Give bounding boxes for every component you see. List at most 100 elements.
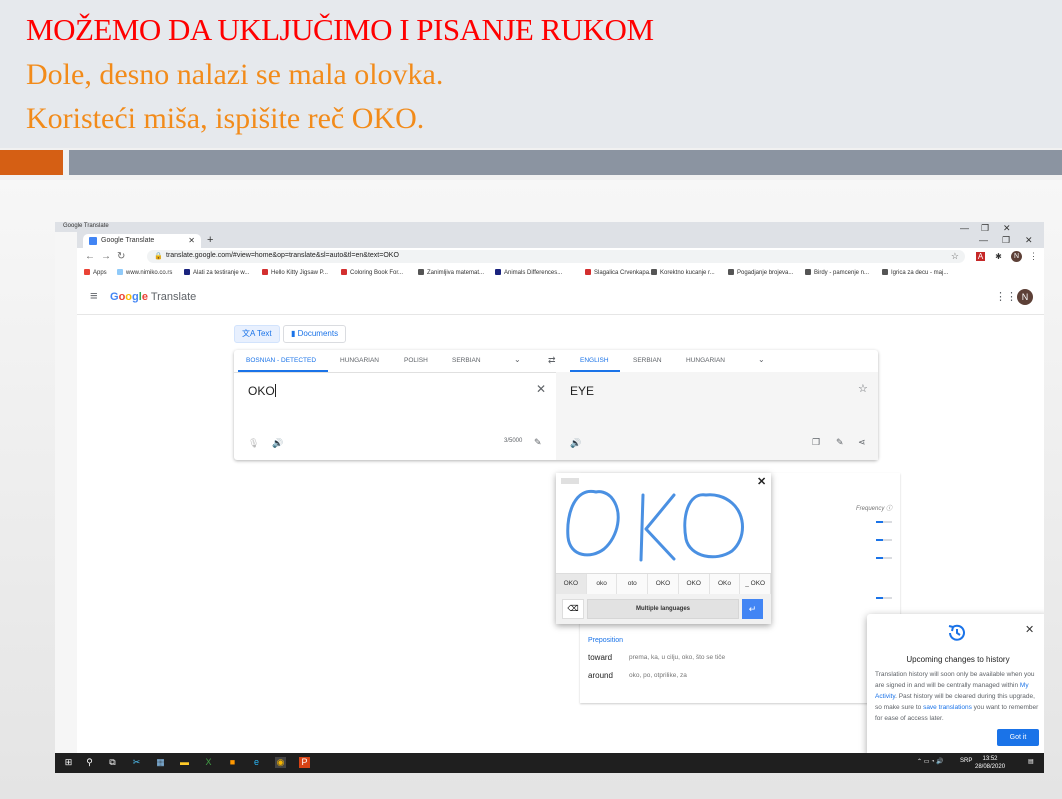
suggestion-item[interactable]: OKo: [710, 574, 741, 594]
taskbar-clock[interactable]: 13:52 28/08/2020: [975, 755, 1005, 771]
input-language[interactable]: SRP: [960, 758, 972, 764]
bookmark-item[interactable]: Birdy - pamcenje n...: [805, 269, 869, 276]
source-pane[interactable]: OKO ✕ 🎙 🔊 3/5000 ✎: [234, 372, 556, 460]
documents-mode-button[interactable]: ▮ Documents: [283, 325, 347, 343]
tray-icons[interactable]: ⌃ ▭ ◔ 🔊: [917, 758, 944, 765]
excel-icon[interactable]: X: [203, 757, 214, 768]
bookmark-item[interactable]: Animals Differences...: [495, 269, 562, 276]
google-translate-logo[interactable]: Google Translate: [110, 291, 196, 303]
reload-icon[interactable]: ↻: [117, 251, 125, 262]
chrome-icon[interactable]: ◉: [275, 757, 286, 768]
source-lang-dropdown-icon[interactable]: ⌄: [514, 355, 521, 364]
bookmark-item[interactable]: www.nimiko.co.rs: [117, 269, 172, 276]
google-wordmark: Google: [110, 291, 148, 303]
bookmark-item[interactable]: Korektno kucanje r...: [651, 269, 715, 276]
suggestion-item[interactable]: _ OKO: [740, 574, 772, 594]
handwriting-pencil-icon[interactable]: ✎: [534, 437, 542, 448]
target-lang-serbian[interactable]: SERBIAN: [633, 357, 662, 364]
target-lang-hungarian[interactable]: HUNGARIAN: [686, 357, 725, 364]
dictionary-word[interactable]: around: [588, 671, 613, 680]
bookmark-label: Coloring Book For...: [350, 270, 404, 276]
browser-profile-avatar[interactable]: N: [1011, 251, 1022, 262]
suggestion-item[interactable]: OKO: [556, 574, 587, 594]
search-icon[interactable]: ⚲: [84, 757, 95, 768]
new-tab-icon[interactable]: +: [207, 234, 213, 246]
frequency-bar: [876, 539, 883, 541]
account-avatar[interactable]: N: [1017, 289, 1033, 305]
powerpoint-icon[interactable]: P: [299, 757, 310, 768]
source-text-input[interactable]: OKO: [248, 384, 276, 398]
clear-source-icon[interactable]: ✕: [536, 382, 546, 396]
enter-icon[interactable]: ↵: [742, 599, 763, 619]
notifications-icon[interactable]: ▤: [1028, 758, 1034, 765]
omnibox[interactable]: 🔒 translate.google.com/#view=home&op=tra…: [147, 250, 965, 263]
pdf-extension-icon[interactable]: A: [976, 252, 985, 261]
handwriting-canvas[interactable]: [556, 487, 771, 573]
share-icon[interactable]: ⋖: [858, 437, 866, 448]
dictionary-translations: oko, po, otprilike, za: [629, 672, 687, 679]
bookmark-item[interactable]: Alati za testiranje w...: [184, 269, 249, 276]
snip-icon[interactable]: ✂: [131, 757, 142, 768]
calculator-icon[interactable]: ▦: [155, 757, 166, 768]
url-text[interactable]: translate.google.com/#view=home&op=trans…: [166, 252, 399, 259]
s-icon: [184, 269, 190, 275]
bookmark-item[interactable]: Pogadjanje brojeva...: [728, 269, 793, 276]
copy-icon[interactable]: ❐: [812, 437, 820, 448]
bookmark-item[interactable]: Slagalica Crvenkapa...: [585, 269, 654, 276]
tab-google-translate[interactable]: Google Translate ✕: [83, 234, 201, 248]
bookmark-item[interactable]: Apps: [84, 269, 107, 276]
listen-source-icon[interactable]: 🔊: [272, 438, 283, 449]
windows-start-icon[interactable]: ⊞: [63, 757, 74, 768]
suggestion-item[interactable]: oto: [617, 574, 649, 594]
forward-icon[interactable]: →: [101, 251, 111, 262]
bookmark-item[interactable]: Coloring Book For...: [341, 269, 403, 276]
bookmark-item[interactable]: Igrica za decu - maj...: [882, 269, 948, 276]
lock-icon[interactable]: 🔒: [154, 252, 163, 260]
bookmark-star-icon[interactable]: ☆: [951, 251, 959, 262]
slide-accent-bar-gray: [69, 150, 1062, 175]
edit-translation-icon[interactable]: ✎: [836, 437, 844, 448]
backspace-icon[interactable]: ⌫: [562, 599, 584, 619]
dictionary-word[interactable]: toward: [588, 653, 612, 662]
globe-icon: [805, 269, 811, 275]
listen-translation-icon[interactable]: 🔊: [570, 438, 581, 449]
extensions-icon[interactable]: ✱: [994, 252, 1003, 261]
sticky-notes-icon[interactable]: ■: [227, 757, 238, 768]
bookmark-label: Alati za testiranje w...: [193, 270, 250, 276]
source-lang-hungarian[interactable]: HUNGARIAN: [340, 357, 379, 364]
browser-menu-icon[interactable]: ⋮: [1029, 251, 1038, 262]
bookmark-item[interactable]: Hello Kitty Jigsaw P...: [262, 269, 328, 276]
handwriting-drag-handle[interactable]: [561, 478, 579, 484]
source-lang-detected[interactable]: BOSNIAN - DETECTED: [246, 357, 316, 364]
text-mode-button[interactable]: 文A Text: [234, 325, 280, 343]
source-lang-serbian[interactable]: SERBIAN: [452, 357, 481, 364]
file-explorer-icon[interactable]: ▬: [179, 757, 190, 768]
back-icon[interactable]: ←: [85, 251, 95, 262]
suggestion-item[interactable]: oko: [587, 574, 618, 594]
target-lang-english[interactable]: ENGLISH: [580, 357, 609, 364]
minimize-icon[interactable]: —: [979, 235, 988, 245]
got-it-button[interactable]: Got it: [997, 729, 1039, 746]
save-translation-star-icon[interactable]: ☆: [858, 382, 868, 395]
bookmark-item[interactable]: Zanimljiva matemat...: [418, 269, 484, 276]
source-lang-polish[interactable]: POLISH: [404, 357, 428, 364]
suggestion-item[interactable]: OKO: [679, 574, 710, 594]
save-translations-link[interactable]: save translations: [923, 704, 972, 711]
suggestion-item[interactable]: OKO: [648, 574, 679, 594]
maximize-icon[interactable]: ❐: [1002, 235, 1010, 246]
microphone-icon[interactable]: 🎙: [248, 438, 259, 449]
close-window-icon[interactable]: ✕: [1025, 235, 1033, 246]
close-popup-icon[interactable]: ✕: [1025, 623, 1034, 636]
swap-languages-icon[interactable]: ⇄: [548, 355, 556, 366]
globe-icon: [117, 269, 123, 275]
multiple-languages-button[interactable]: Multiple languages: [587, 599, 739, 619]
background-tab-title[interactable]: Google Translate: [63, 223, 109, 229]
task-view-icon[interactable]: ⧉: [107, 757, 118, 768]
frequency-label: Frequency ⓘ: [856, 506, 893, 512]
target-lang-dropdown-icon[interactable]: ⌄: [758, 355, 765, 364]
close-tab-icon[interactable]: ✕: [188, 236, 195, 245]
frequency-bar-track: [883, 557, 892, 559]
frequency-bar-track: [883, 539, 892, 541]
main-menu-icon[interactable]: ≡: [90, 288, 98, 303]
edge-icon[interactable]: e: [251, 757, 262, 768]
